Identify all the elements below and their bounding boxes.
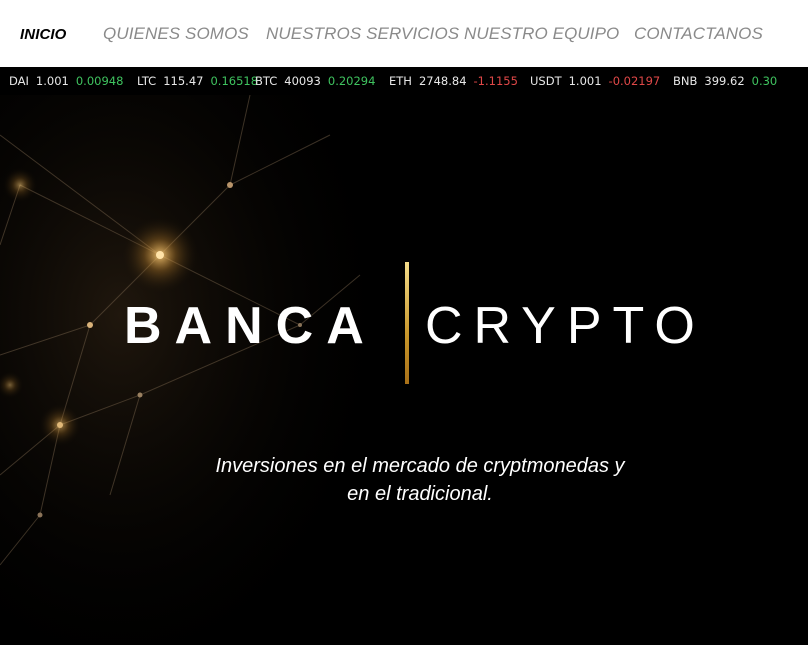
ticker-item: ETH 2748.84 -1.1155 <box>389 74 518 88</box>
ticker-symbol: LTC <box>137 74 157 88</box>
ticker-item: LTC 115.47 0.16518 <box>137 74 258 88</box>
ticker-symbol: BNB <box>673 74 698 88</box>
ticker-price: 2748.84 <box>418 74 467 88</box>
ticker-item: USDT 1.001 -0.02197 <box>530 74 660 88</box>
ticker-item: DAI 1.001 0.00948 <box>9 74 123 88</box>
top-navbar: INICIO QUIENES SOMOS NUESTROS SERVICIOS … <box>0 0 808 67</box>
logo-text-crypto: CRYPTO <box>425 297 706 355</box>
ticker-price: 115.47 <box>163 74 204 88</box>
ticker-change: 0.16518 <box>210 74 259 88</box>
ticker-price: 40093 <box>284 74 321 88</box>
ticker-price: 1.001 <box>568 74 602 88</box>
crypto-ticker: DAI 1.001 0.00948 LTC 115.47 0.16518 BTC… <box>0 67 808 95</box>
tagline-line-1: Inversiones en el mercado de cryptmoneda… <box>215 455 625 477</box>
nav-item-inicio[interactable]: INICIO <box>20 26 66 43</box>
bancacrypto-logo: BANCA CRYPTO <box>0 262 808 384</box>
nav-item-nuestros-servicios[interactable]: NUESTROS SERVICIOS <box>266 24 459 44</box>
logo-text-banca: BANCA <box>124 297 377 355</box>
ticker-change: 0.20294 <box>327 74 376 88</box>
ticker-symbol: USDT <box>530 74 562 88</box>
ticker-price: 1.001 <box>35 74 69 88</box>
ticker-item: BNB 399.62 0.30 <box>673 74 777 88</box>
nav-item-nuestro-equipo[interactable]: NUESTRO EQUIPO <box>464 24 619 44</box>
nav-item-contactanos[interactable]: CONTACTANOS <box>634 24 763 44</box>
logo-divider <box>405 262 409 384</box>
ticker-price: 399.62 <box>704 74 745 88</box>
ticker-symbol: DAI <box>9 74 29 88</box>
ticker-change: -1.1155 <box>473 74 518 88</box>
ticker-change: 0.30 <box>751 74 778 88</box>
nav-item-quienes-somos[interactable]: QUIENES SOMOS <box>103 24 249 44</box>
ticker-symbol: BTC <box>255 74 278 88</box>
ticker-change: 0.00948 <box>75 74 124 88</box>
tagline-line-2: en el tradicional. <box>347 483 493 505</box>
ticker-symbol: ETH <box>389 74 412 88</box>
hero-tagline: Inversiones en el mercado de cryptmoneda… <box>180 452 660 508</box>
ticker-item: BTC 40093 0.20294 <box>255 74 375 88</box>
ticker-change: -0.02197 <box>608 74 661 88</box>
